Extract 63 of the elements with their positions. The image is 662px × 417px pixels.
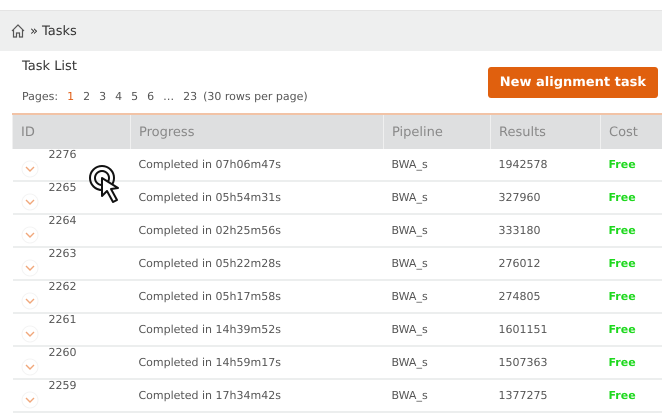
- results-cell: 1377275: [490, 379, 600, 412]
- chevron-down-icon[interactable]: [20, 292, 38, 310]
- id-cell: 2259: [48, 378, 76, 392]
- pipeline-cell: BWA_s: [384, 247, 490, 280]
- home-icon[interactable]: [10, 23, 26, 39]
- progress-cell: Completed in 05h17m58s: [130, 280, 384, 313]
- chevron-down-icon[interactable]: [20, 358, 38, 376]
- id-cell: 2264: [48, 214, 76, 226]
- progress-cell: Completed in 14h39m52s: [130, 313, 384, 346]
- chevron-down-icon[interactable]: [20, 390, 38, 408]
- rows-per-page: (30 rows per page): [203, 90, 308, 103]
- pipeline-cell: BWA_s: [384, 313, 490, 346]
- panel-title: Task List: [22, 59, 78, 74]
- id-cell: 2265: [48, 180, 76, 194]
- page-link[interactable]: 4: [115, 90, 122, 103]
- page-link[interactable]: 6: [147, 90, 154, 103]
- cost-cell: Free: [600, 379, 662, 412]
- results-cell: 1942578: [490, 149, 600, 181]
- results-cell: 1507363: [490, 346, 600, 379]
- results-cell: 1601151: [490, 313, 600, 346]
- results-cell: 333180: [490, 214, 600, 247]
- page-link[interactable]: 2: [83, 90, 90, 103]
- cost-cell: Free: [600, 214, 662, 247]
- page-link[interactable]: 3: [99, 90, 106, 103]
- id-cell: 2263: [48, 246, 76, 260]
- new-task-button[interactable]: New alignment task: [488, 67, 658, 98]
- id-cell: 2260: [48, 346, 76, 358]
- cost-cell: Free: [600, 247, 662, 280]
- breadcrumb-current: Tasks: [42, 24, 77, 38]
- page-link[interactable]: …: [163, 90, 174, 103]
- cost-cell: Free: [600, 280, 662, 313]
- pipeline-cell: BWA_s: [384, 346, 490, 379]
- page-link[interactable]: 5: [131, 90, 138, 103]
- pipeline-cell: BWA_s: [384, 214, 490, 247]
- pipeline-cell: BWA_s: [384, 149, 490, 181]
- progress-cell: Completed in 07h06m47s: [130, 149, 384, 181]
- breadcrumb-separator: »: [30, 24, 38, 38]
- progress-cell: Completed in 05h54m31s: [130, 181, 384, 214]
- progress-cell: Completed in 05h22m28s: [130, 247, 384, 280]
- cost-cell: Free: [600, 149, 662, 181]
- id-cell: 2262: [48, 280, 76, 292]
- id-cell: 2276: [48, 148, 76, 160]
- chevron-down-icon[interactable]: [20, 324, 38, 342]
- chevron-down-icon[interactable]: [20, 160, 38, 178]
- results-cell: 274805: [490, 280, 600, 313]
- pipeline-cell: BWA_s: [384, 280, 490, 313]
- pipeline-cell: BWA_s: [384, 379, 490, 412]
- page-link[interactable]: 1: [67, 90, 74, 103]
- results-cell: 327960: [490, 181, 600, 214]
- cost-cell: Free: [600, 313, 662, 346]
- cost-cell: Free: [600, 181, 662, 214]
- results-cell: 276012: [490, 247, 600, 280]
- chevron-down-icon[interactable]: [20, 226, 38, 244]
- pipeline-cell: BWA_s: [384, 181, 490, 214]
- chevron-down-icon[interactable]: [20, 192, 38, 210]
- pages-label: Pages:: [22, 90, 58, 103]
- chevron-down-icon[interactable]: [20, 258, 38, 276]
- cost-cell: Free: [600, 346, 662, 379]
- id-cell: 2261: [48, 312, 76, 326]
- page-link[interactable]: 23: [183, 90, 198, 103]
- progress-cell: Completed in 02h25m56s: [130, 214, 384, 247]
- progress-cell: Completed in 14h59m17s: [130, 346, 384, 379]
- progress-cell: Completed in 17h34m42s: [130, 379, 384, 412]
